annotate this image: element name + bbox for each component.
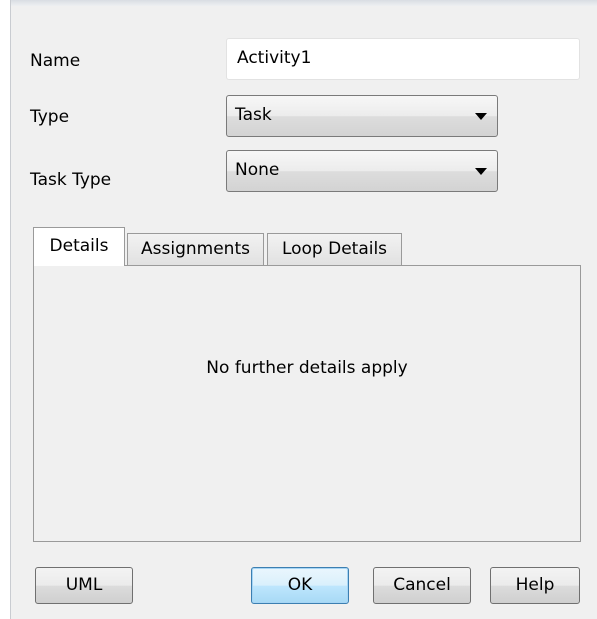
task-type-dropdown[interactable]: None (226, 150, 498, 192)
task-type-dropdown-value: None (235, 160, 280, 180)
window-left-edge (0, 0, 11, 619)
tab-assignments[interactable]: Assignments (127, 233, 264, 266)
name-input[interactable]: Activity1 (226, 38, 580, 80)
type-dropdown[interactable]: Task (226, 95, 498, 137)
chevron-down-icon (475, 113, 487, 120)
ok-button[interactable]: OK (251, 567, 349, 604)
details-tab-panel: No further details apply (33, 265, 581, 542)
uml-button[interactable]: UML (35, 567, 133, 604)
activity-properties-dialog: Name Activity1 Type Task Task Type None … (0, 0, 597, 619)
type-label: Type (30, 107, 70, 127)
window-top-edge (0, 0, 597, 6)
cancel-button[interactable]: Cancel (373, 567, 471, 604)
name-label: Name (30, 51, 81, 71)
type-dropdown-value: Task (235, 105, 272, 125)
help-button[interactable]: Help (490, 567, 580, 604)
tab-details[interactable]: Details (33, 227, 125, 266)
tab-loop-details[interactable]: Loop Details (267, 233, 402, 266)
chevron-down-icon (475, 168, 487, 175)
task-type-label: Task Type (30, 170, 112, 190)
no-details-message: No further details apply (206, 358, 408, 378)
